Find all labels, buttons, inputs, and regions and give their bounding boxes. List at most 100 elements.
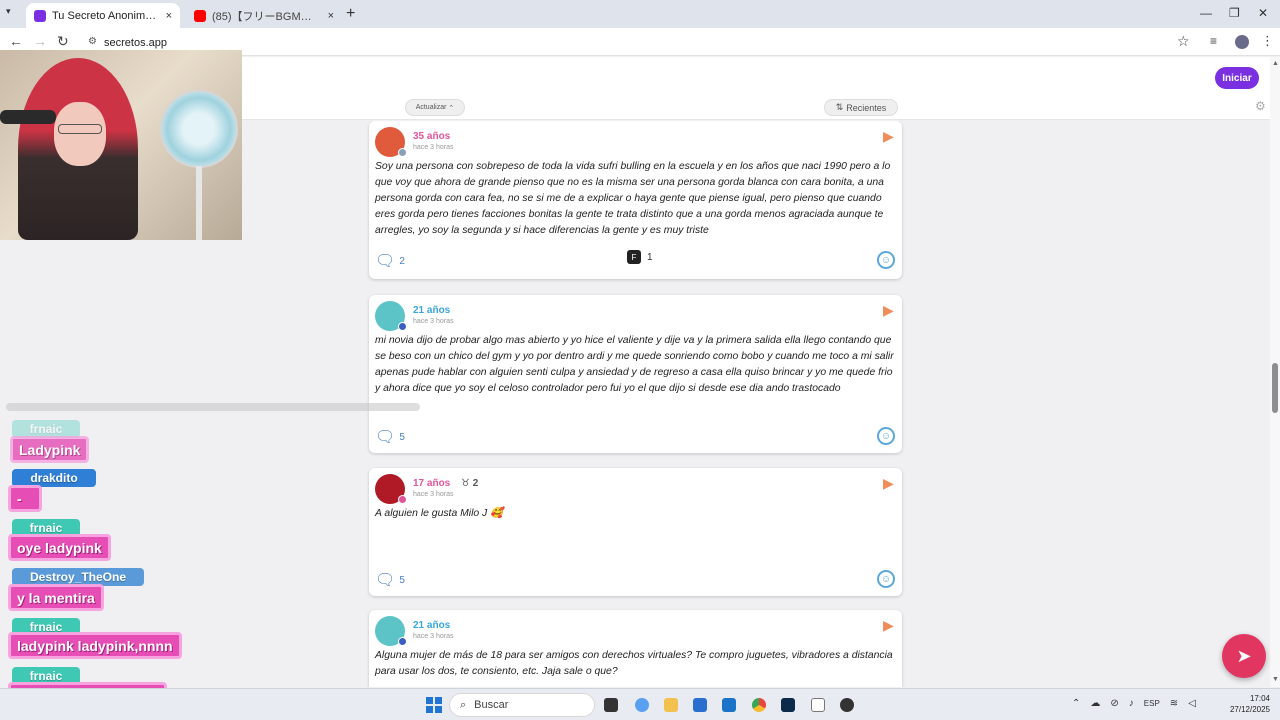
gender-badge-icon xyxy=(398,148,407,157)
post-age: 17 años ♉ 2 xyxy=(413,478,478,489)
fan-stand-image xyxy=(196,166,202,240)
forward-icon[interactable]: → xyxy=(33,33,47,49)
tab-close-icon[interactable]: × xyxy=(328,10,334,22)
search-icon: ⌕ xyxy=(460,698,467,711)
obs-icon[interactable] xyxy=(840,698,854,712)
post-time: hace 3 horas xyxy=(413,144,454,151)
task-view-icon[interactable] xyxy=(604,698,618,712)
store-icon[interactable] xyxy=(693,698,707,712)
youtube-favicon-icon xyxy=(194,9,206,22)
system-tray: ⌃ ☁ ⊘ ♪ ESP ≋ ◁ xyxy=(1072,698,1196,709)
file-explorer-icon[interactable] xyxy=(664,698,678,712)
gender-badge-icon xyxy=(398,495,407,504)
play-icon[interactable]: ▶ xyxy=(883,475,894,492)
address-bar[interactable]: ⚙ secretos.app xyxy=(80,32,1200,53)
gender-badge-icon xyxy=(398,322,407,331)
url-text: secretos.app xyxy=(104,36,167,49)
network-icon[interactable]: ⊘ xyxy=(1110,698,1118,709)
post-age: 21 años xyxy=(413,305,451,316)
chrome-icon[interactable] xyxy=(752,698,766,712)
comments-button[interactable]: 🗨 5 xyxy=(375,570,405,590)
avatar xyxy=(375,474,407,504)
chat-message: - xyxy=(8,485,42,512)
react-smiley-icon[interactable]: ☺ xyxy=(877,427,895,445)
site-info-icon[interactable]: ⚙ xyxy=(88,36,97,47)
post-card: 21 años hace 3 horas ▶ Alguna mujer de m… xyxy=(369,610,902,687)
new-secret-button[interactable]: ➤ xyxy=(1222,634,1266,678)
post-text: Alguna mujer de más de 18 para ser amigo… xyxy=(375,650,893,677)
back-icon[interactable]: ← xyxy=(9,33,23,49)
bookmark-star-icon[interactable]: ☆ xyxy=(1177,33,1190,50)
comment-icon: 🗨 xyxy=(375,253,396,270)
browser-menu-icon[interactable]: ⋮ xyxy=(1261,33,1274,49)
post-card: 35 años hace 3 horas ▶ Soy una persona c… xyxy=(369,121,902,279)
refresh-button[interactable]: Actualizar ⌃ xyxy=(405,99,465,116)
settings-gear-icon[interactable]: ⚙ xyxy=(1255,99,1266,113)
horns-icon: ♉ xyxy=(461,478,470,489)
comment-count: 2 xyxy=(399,255,405,267)
sticker-reaction[interactable]: F 1 xyxy=(627,250,653,264)
volume-icon[interactable]: ◁ xyxy=(1188,698,1196,709)
play-icon[interactable]: ▶ xyxy=(883,302,894,319)
copilot-icon[interactable] xyxy=(635,698,649,712)
microphone-icon[interactable]: ♪ xyxy=(1129,698,1134,709)
outlook-icon[interactable] xyxy=(722,698,736,712)
tab-secretos[interactable]: Tu Secreto Anonimo | Secretos × xyxy=(26,3,180,28)
chevron-up-icon: ⌃ xyxy=(448,104,455,112)
scrollbar-thumb[interactable] xyxy=(1272,363,1278,413)
window-close-icon[interactable]: ✕ xyxy=(1258,6,1268,20)
microphone-image xyxy=(0,110,56,124)
streamer-face-image xyxy=(54,102,106,166)
comment-icon: 🗨 xyxy=(375,429,396,446)
comments-button[interactable]: 🗨 5 xyxy=(375,427,405,447)
taskbar-clock[interactable]: 17:04 27/12/2025 xyxy=(1226,693,1270,715)
sort-label: Recientes xyxy=(846,102,887,113)
post-text: A alguien le gusta Milo J 🥰 xyxy=(375,508,504,519)
tab-search-icon[interactable]: ▾ xyxy=(6,6,20,22)
onedrive-icon[interactable]: ☁ xyxy=(1090,698,1100,709)
taskbar-search-placeholder: Buscar xyxy=(474,699,509,711)
fan-image xyxy=(160,90,238,168)
sort-filter-button[interactable]: ⇅ Recientes xyxy=(824,99,898,116)
play-icon[interactable]: ▶ xyxy=(883,617,894,634)
post-likes-count: 2 xyxy=(472,478,479,489)
scroll-down-icon[interactable]: ▼ xyxy=(1272,676,1279,683)
sticker-count: 1 xyxy=(647,251,653,263)
play-icon[interactable]: ▶ xyxy=(883,128,894,145)
maximize-icon[interactable]: ❐ xyxy=(1229,6,1240,20)
windows-start-icon[interactable] xyxy=(426,697,442,713)
language-indicator[interactable]: ESP xyxy=(1144,699,1160,708)
scroll-up-icon[interactable]: ▲ xyxy=(1272,60,1279,67)
sort-icon: ⇅ xyxy=(835,102,844,112)
taskbar-search[interactable]: ⌕ Buscar xyxy=(449,693,595,717)
post-time: hace 3 horas xyxy=(413,318,454,325)
windows-taskbar: ⌕ Buscar ⌃ ☁ ⊘ ♪ ESP ≋ ◁ 17:04 27/12/202… xyxy=(0,688,1280,720)
react-smiley-icon[interactable]: ☺ xyxy=(877,251,895,269)
tray-expand-icon[interactable]: ⌃ xyxy=(1072,698,1080,709)
minimize-icon[interactable]: — xyxy=(1200,6,1212,20)
secretos-favicon-icon xyxy=(34,9,46,22)
avatar xyxy=(375,127,407,157)
photoshop-icon[interactable] xyxy=(781,698,795,712)
post-text: mi novia dijo de probar algo mas abierto… xyxy=(375,335,894,394)
login-button[interactable]: Iniciar xyxy=(1215,67,1259,89)
comment-count: 5 xyxy=(399,431,405,443)
new-tab-icon[interactable]: + xyxy=(346,5,355,23)
post-likes: ♉ 2 xyxy=(461,478,478,489)
webcam-overlay xyxy=(0,50,242,240)
tab-youtube[interactable]: (85)【フリーBGM】だらけモード × xyxy=(186,3,342,28)
comments-button[interactable]: 🗨 2 xyxy=(375,251,405,271)
reload-icon[interactable]: ↻ xyxy=(57,33,69,50)
comment-icon: 🗨 xyxy=(375,572,396,589)
post-age: 35 años xyxy=(413,131,451,142)
post-time: hace 3 horas xyxy=(413,491,454,498)
profile-avatar[interactable] xyxy=(1235,35,1249,49)
media-control-icon[interactable]: ≡ xyxy=(1210,34,1217,48)
avatar xyxy=(375,301,407,331)
wifi-icon[interactable]: ≋ xyxy=(1170,698,1178,709)
refresh-label: Actualizar xyxy=(415,104,447,111)
react-smiley-icon[interactable]: ☺ xyxy=(877,570,895,588)
tab-close-icon[interactable]: × xyxy=(166,10,172,22)
post-age-text: 17 años xyxy=(413,478,451,489)
notepad-icon[interactable] xyxy=(811,698,825,712)
